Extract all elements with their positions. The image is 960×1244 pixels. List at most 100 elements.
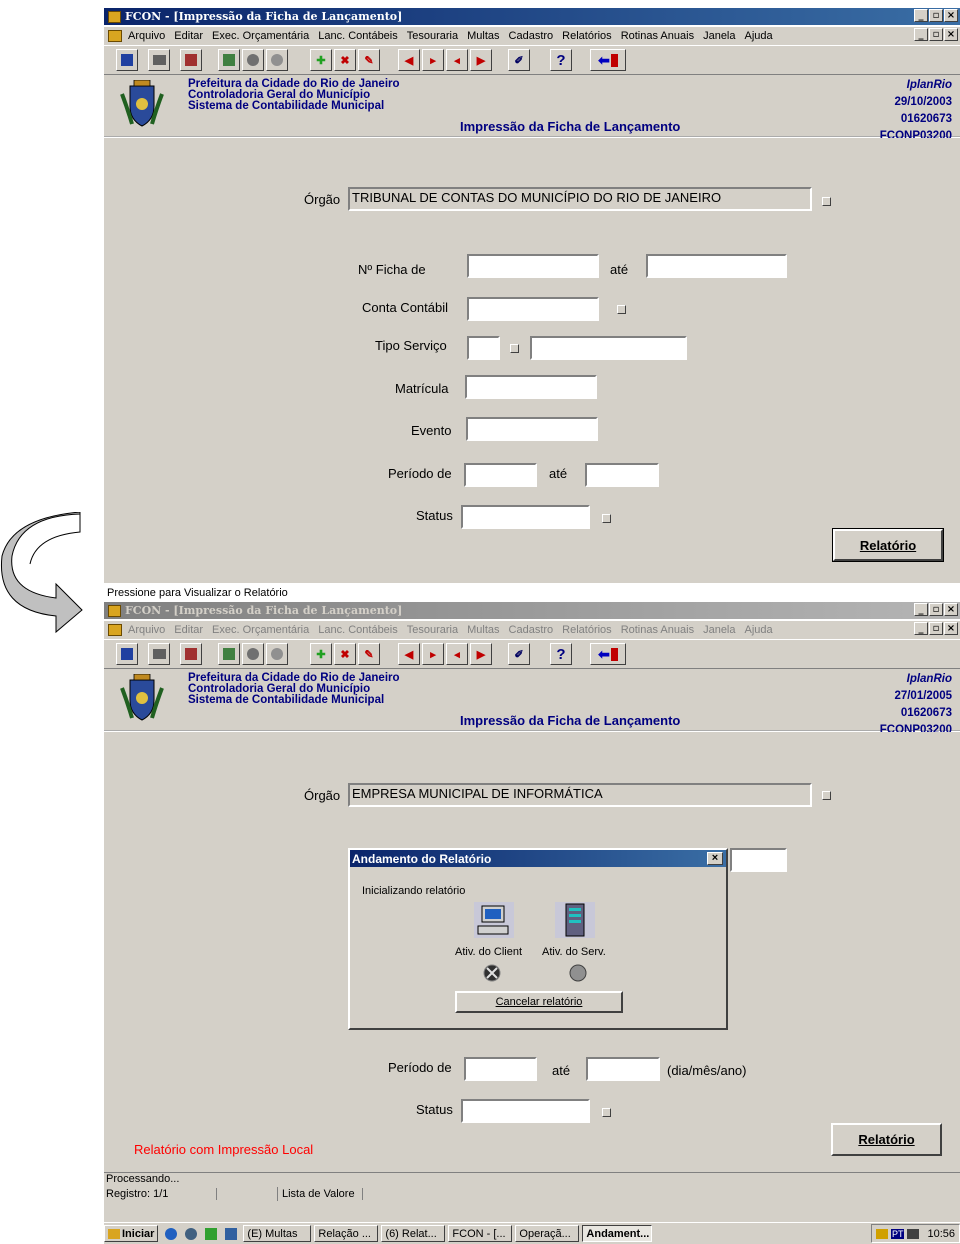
- minimize-button[interactable]: _: [914, 603, 928, 616]
- tipo-servico-code-input[interactable]: [467, 336, 500, 360]
- menu-janela[interactable]: Janela: [703, 624, 735, 636]
- tipo-servico-lov-button[interactable]: [510, 344, 519, 353]
- relatorio-button[interactable]: Relatório: [831, 1123, 942, 1156]
- cancel-report-button[interactable]: Cancelar relatório: [455, 991, 623, 1013]
- tipo-servico-desc-field[interactable]: [530, 336, 687, 360]
- menu-editar[interactable]: Editar: [174, 624, 203, 636]
- conta-input[interactable]: [467, 297, 599, 321]
- first-record-icon[interactable]: ◀: [398, 49, 420, 71]
- task-andamento[interactable]: Andament...: [582, 1225, 653, 1242]
- language-indicator[interactable]: PT: [890, 1228, 905, 1239]
- task-multas[interactable]: (E) Multas: [243, 1225, 312, 1242]
- menu-multas[interactable]: Multas: [467, 30, 499, 42]
- menu-ajuda[interactable]: Ajuda: [745, 624, 773, 636]
- cancel-query-icon[interactable]: [266, 643, 288, 665]
- menu-exec-orcamentaria[interactable]: Exec. Orçamentária: [212, 624, 309, 636]
- orgao-lov-button[interactable]: [822, 197, 831, 206]
- menu-arquivo[interactable]: Arquivo: [128, 30, 165, 42]
- first-record-icon[interactable]: ◀: [398, 643, 420, 665]
- edit-icon[interactable]: ✐: [508, 643, 530, 665]
- mdi-close-button[interactable]: ×: [944, 28, 958, 41]
- orgao-lov-button[interactable]: [822, 791, 831, 800]
- task-operacao[interactable]: Operaçã...: [515, 1225, 580, 1242]
- previous-block-icon[interactable]: ▸: [422, 643, 444, 665]
- browser-icon[interactable]: [185, 1227, 198, 1240]
- status-lov-button[interactable]: [602, 514, 611, 523]
- menu-relatorios[interactable]: Relatórios: [562, 30, 612, 42]
- matricula-input[interactable]: [465, 375, 597, 399]
- preview-icon[interactable]: [180, 643, 202, 665]
- menu-janela[interactable]: Janela: [703, 30, 735, 42]
- evento-input[interactable]: [466, 417, 598, 441]
- tray-icon[interactable]: [875, 1228, 888, 1239]
- mdi-close-button[interactable]: ×: [944, 622, 958, 635]
- next-record-icon[interactable]: ▶: [470, 643, 492, 665]
- close-button[interactable]: ×: [944, 9, 958, 22]
- menu-lanc-contabeis[interactable]: Lanc. Contábeis: [318, 30, 398, 42]
- task-relat[interactable]: (6) Relat...: [381, 1225, 446, 1242]
- menu-tesouraria[interactable]: Tesouraria: [407, 30, 458, 42]
- save-icon[interactable]: [116, 49, 138, 71]
- ficha-to-input[interactable]: [730, 848, 787, 872]
- save-icon[interactable]: [116, 643, 138, 665]
- menu-relatorios[interactable]: Relatórios: [562, 624, 612, 636]
- execute-query-icon[interactable]: [242, 643, 264, 665]
- mdi-maximize-button[interactable]: ▫: [929, 622, 943, 635]
- clear-record-icon[interactable]: ✎: [358, 49, 380, 71]
- menu-lanc-contabeis[interactable]: Lanc. Contábeis: [318, 624, 398, 636]
- preview-icon[interactable]: [180, 49, 202, 71]
- ie-icon[interactable]: [165, 1227, 178, 1240]
- minimize-button[interactable]: _: [914, 9, 928, 22]
- relatorio-button[interactable]: Relatório: [832, 528, 944, 562]
- dialog-titlebar[interactable]: Andamento do Relatório ×: [350, 850, 726, 867]
- network-icon[interactable]: [907, 1228, 920, 1239]
- execute-query-icon[interactable]: [242, 49, 264, 71]
- insert-record-icon[interactable]: ✚: [310, 643, 332, 665]
- exit-icon[interactable]: ⬅: [590, 49, 626, 71]
- menu-cadastro[interactable]: Cadastro: [509, 624, 554, 636]
- periodo-to-input[interactable]: [586, 1057, 660, 1081]
- previous-record-icon[interactable]: ◂: [446, 643, 468, 665]
- help-icon[interactable]: ?: [550, 49, 572, 71]
- task-relacao[interactable]: Relação ...: [314, 1225, 379, 1242]
- window2-titlebar[interactable]: FCON - [Impressão da Ficha de Lançamento…: [104, 602, 960, 619]
- query-icon[interactable]: [218, 643, 240, 665]
- maximize-button[interactable]: ▫: [929, 603, 943, 616]
- periodo-from-input[interactable]: [464, 1057, 537, 1081]
- menu-multas[interactable]: Multas: [467, 624, 499, 636]
- delete-record-icon[interactable]: ✖: [334, 643, 356, 665]
- previous-record-icon[interactable]: ◂: [446, 49, 468, 71]
- dialog-close-icon[interactable]: ×: [707, 852, 723, 865]
- orgao-field[interactable]: TRIBUNAL DE CONTAS DO MUNICÍPIO DO RIO D…: [348, 187, 812, 211]
- insert-record-icon[interactable]: ✚: [310, 49, 332, 71]
- menu-rotinas-anuais[interactable]: Rotinas Anuais: [621, 624, 694, 636]
- desktop-icon[interactable]: [205, 1227, 218, 1240]
- ficha-to-input[interactable]: [646, 254, 787, 278]
- orgao-field[interactable]: EMPRESA MUNICIPAL DE INFORMÁTICA: [348, 783, 812, 807]
- help-icon[interactable]: ?: [550, 643, 572, 665]
- task-fcon[interactable]: FCON - [...: [448, 1225, 513, 1242]
- menu-rotinas-anuais[interactable]: Rotinas Anuais: [621, 30, 694, 42]
- next-record-icon[interactable]: ▶: [470, 49, 492, 71]
- menu-tesouraria[interactable]: Tesouraria: [407, 624, 458, 636]
- periodo-from-input[interactable]: [464, 463, 537, 487]
- ficha-from-input[interactable]: [467, 254, 599, 278]
- delete-record-icon[interactable]: ✖: [334, 49, 356, 71]
- status-input[interactable]: [461, 505, 590, 529]
- clear-record-icon[interactable]: ✎: [358, 643, 380, 665]
- close-button[interactable]: ×: [944, 603, 958, 616]
- previous-block-icon[interactable]: ▸: [422, 49, 444, 71]
- exit-icon[interactable]: ⬅: [590, 643, 626, 665]
- window1-titlebar[interactable]: FCON - [Impressão da Ficha de Lançamento…: [104, 8, 960, 25]
- mdi-minimize-button[interactable]: _: [914, 28, 928, 41]
- menu-ajuda[interactable]: Ajuda: [745, 30, 773, 42]
- print-icon[interactable]: [148, 49, 170, 71]
- media-icon[interactable]: [225, 1227, 238, 1240]
- mdi-maximize-button[interactable]: ▫: [929, 28, 943, 41]
- menu-editar[interactable]: Editar: [174, 30, 203, 42]
- start-button[interactable]: Iniciar: [104, 1225, 159, 1242]
- conta-lov-button[interactable]: [617, 305, 626, 314]
- print-icon[interactable]: [148, 643, 170, 665]
- menu-exec-orcamentaria[interactable]: Exec. Orçamentária: [212, 30, 309, 42]
- maximize-button[interactable]: ▫: [929, 9, 943, 22]
